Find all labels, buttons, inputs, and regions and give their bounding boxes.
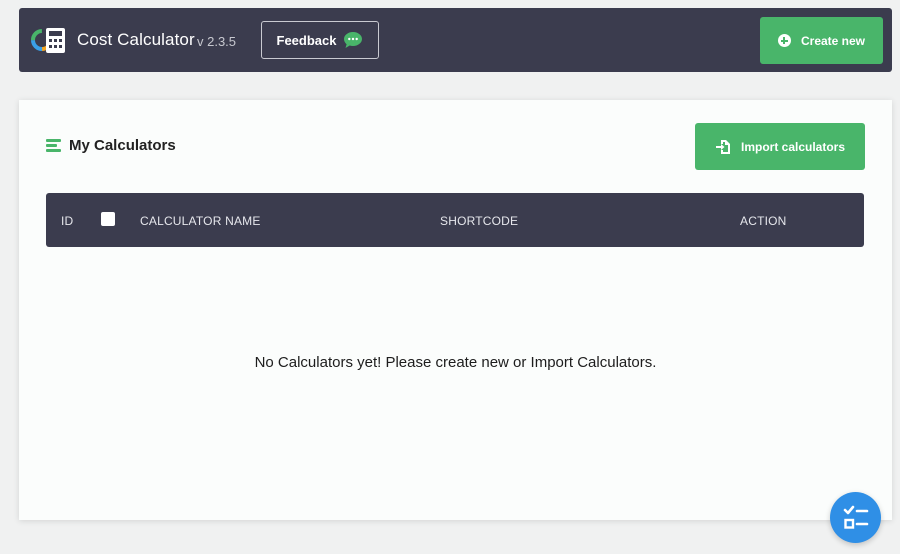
table-header: ID CALCULATOR NAME SHORTCODE ACTION [46, 193, 864, 247]
column-header-shortcode: SHORTCODE [440, 214, 519, 228]
import-calculators-button[interactable]: Import calculators [695, 123, 865, 170]
column-header-id: ID [61, 214, 74, 228]
import-calculators-label: Import calculators [740, 139, 846, 154]
calculators-panel: My Calculators Import calculators ID CAL… [19, 100, 892, 520]
chat-bubble-icon [344, 32, 363, 48]
column-header-action: ACTION [740, 214, 787, 228]
create-new-label: Create new [800, 33, 866, 48]
column-header-calculator-name: CALCULATOR NAME [140, 214, 261, 228]
checklist-icon [843, 505, 868, 529]
calculator-logo-icon [31, 28, 65, 53]
menu-lines-icon [46, 139, 61, 152]
app-version: v 2.3.5 [197, 34, 237, 49]
plus-circle-icon [777, 34, 791, 47]
feedback-button[interactable]: Feedback [261, 21, 379, 59]
help-checklist-button[interactable] [830, 492, 881, 543]
select-all-checkbox[interactable] [101, 212, 115, 226]
section-heading: My Calculators [46, 137, 176, 154]
top-header-bar: Cost Calculator v 2.3.5 Feedback Create … [19, 8, 892, 72]
create-new-button[interactable]: Create new [760, 17, 883, 64]
file-import-icon [715, 139, 730, 154]
app-title: Cost Calculator [77, 30, 195, 49]
feedback-button-label: Feedback [276, 32, 337, 48]
section-title: My Calculators [69, 137, 176, 154]
empty-state-message: No Calculators yet! Please create new or… [254, 354, 657, 371]
